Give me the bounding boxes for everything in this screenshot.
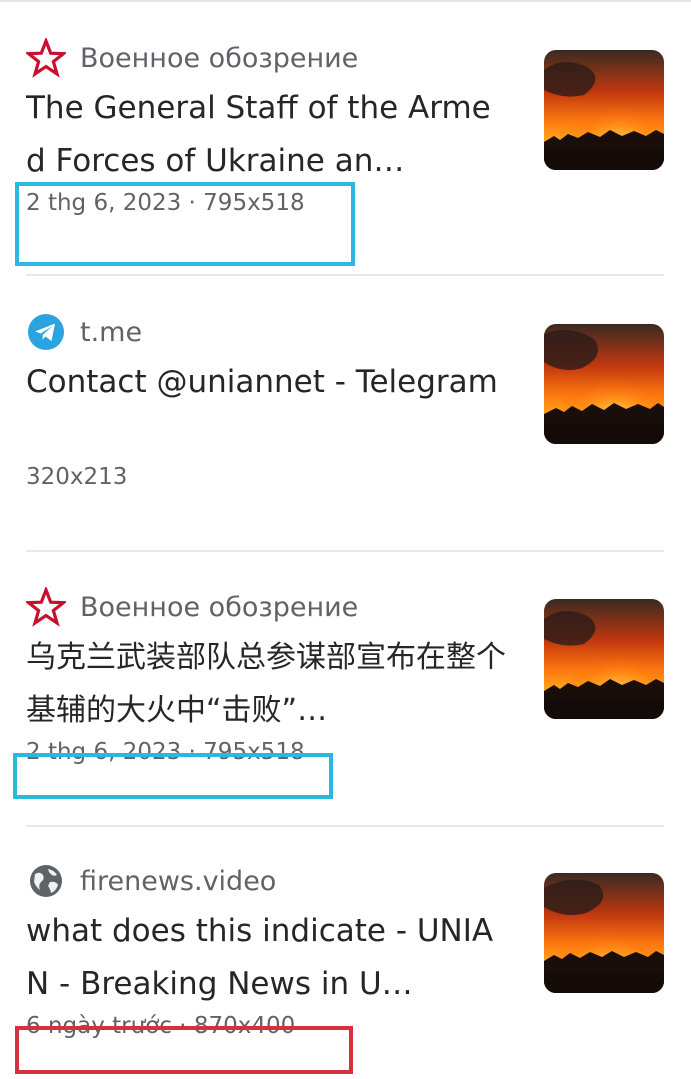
result-source[interactable]: Военное обозрение	[26, 585, 358, 629]
result-source[interactable]: Военное обозрение	[26, 36, 358, 80]
result-title[interactable]: Contact @uniannet - Telegram	[26, 356, 508, 462]
result-meta: 6 ngày trước · 870x400	[26, 1013, 296, 1039]
source-name[interactable]: t.me	[80, 317, 142, 348]
source-name[interactable]: Военное обозрение	[80, 592, 358, 623]
result-source[interactable]: t.me	[26, 310, 142, 354]
red-star-icon	[26, 587, 66, 627]
result-title[interactable]: The General Staff of the Armed Forces of…	[26, 82, 508, 188]
globe-icon	[26, 861, 66, 901]
result-divider	[26, 274, 664, 276]
result-title[interactable]: what does this indicate - UNIAN - Breaki…	[26, 905, 508, 1011]
source-name[interactable]: firenews.video	[80, 866, 276, 897]
red-star-icon	[26, 38, 66, 78]
telegram-icon	[26, 312, 66, 352]
fire-night-thumbnail[interactable]	[544, 873, 664, 993]
result-source[interactable]: firenews.video	[26, 859, 276, 903]
result-meta: 320x213	[26, 464, 128, 490]
top-divider	[0, 0, 691, 2]
result-meta: 2 thg 6, 2023 · 795x518	[26, 190, 305, 216]
fire-night-thumbnail[interactable]	[544, 599, 664, 719]
fire-night-thumbnail[interactable]	[544, 50, 664, 170]
result-meta: 2 thg 6, 2023 · 795x518	[26, 739, 305, 765]
source-name[interactable]: Военное обозрение	[80, 43, 358, 74]
result-divider	[26, 825, 664, 827]
result-divider	[26, 550, 664, 552]
fire-night-thumbnail[interactable]	[544, 324, 664, 444]
result-title[interactable]: 乌克兰武装部队总参谋部宣布在整个基辅的大火中“击败”…	[26, 631, 508, 737]
